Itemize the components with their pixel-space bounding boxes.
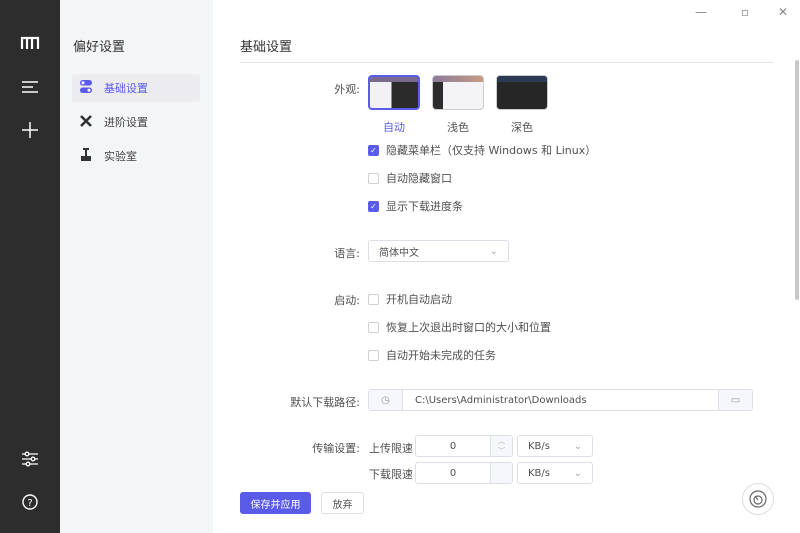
svg-text:?: ? [27,498,32,509]
add-icon[interactable] [18,118,42,142]
chevron-down-icon: ⌄ [489,245,498,257]
logo-icon[interactable] [18,31,42,55]
theme-dark-thumb[interactable] [496,75,548,110]
language-label: 语言: [334,247,360,260]
show-progress-checkbox[interactable]: ✓ 显示下载进度条 [368,198,463,214]
minimize-icon[interactable]: — [691,2,711,22]
resume-tasks-checkbox[interactable]: 自动开始未完成的任务 [368,347,496,363]
nav-item-advanced[interactable]: 进阶设置 [72,108,200,136]
checkbox-box [368,293,379,305]
nav-item-lab[interactable]: 实验室 [72,142,200,170]
chevron-down-icon: ⌄ [573,467,582,479]
history-icon[interactable]: ◷ [369,390,403,410]
preferences-icon[interactable] [18,447,42,471]
theme-dark-label[interactable]: 深色 [496,119,548,135]
nav-item-basic[interactable]: 基础设置 [72,74,200,102]
download-path-input[interactable]: ◷ C:\Users\Administrator\Downloads ▭ [368,389,753,411]
hide-menubar-checkbox[interactable]: ✓ 隐藏菜单栏（仅支持 Windows 和 Linux） [368,142,596,158]
auto-launch-checkbox[interactable]: 开机自动启动 [368,291,452,307]
tools-icon [80,114,92,130]
theme-auto-thumb[interactable] [368,75,420,110]
startup-label: 启动: [334,294,360,307]
appearance-label: 外观: [334,83,360,96]
checkbox-box [368,349,379,361]
folder-icon[interactable]: ▭ [718,390,752,410]
checkbox-box [368,321,379,333]
help-icon[interactable]: ? [18,490,42,514]
download-unit-select[interactable]: KB/s ⌄ [517,462,593,484]
close-icon[interactable]: ✕ [773,2,793,22]
download-limit-stepper[interactable]: 0 [415,462,513,484]
nav-title: 偏好设置 [73,40,126,55]
download-limit-label: 下载限速 [369,468,413,481]
chevron-down-icon: ⌄ [573,440,582,452]
scrollbar[interactable] [795,60,799,300]
theme-auto-label[interactable]: 自动 [368,119,420,135]
restore-window-checkbox[interactable]: 恢复上次退出时窗口的大小和位置 [368,319,551,335]
download-path-label: 默认下载路径: [290,396,360,409]
theme-light-thumb[interactable] [432,75,484,110]
checkbox-box [368,172,379,184]
toggle-icon [80,80,92,96]
preferences-nav: 偏好设置 基础设置 进阶设置 实验室 [60,0,213,533]
main-panel: — ▫ ✕ 基础设置 外观: 自动 浅色 深色 ✓ 隐藏菜单栏（仅支持 Windo… [213,0,800,533]
theme-light-label[interactable]: 浅色 [432,119,484,135]
transfer-label: 传输设置: [312,442,360,455]
discard-button[interactable]: 放弃 [321,492,364,514]
auto-hide-window-checkbox[interactable]: 自动隐藏窗口 [368,170,452,186]
page-title: 基础设置 [240,40,293,55]
speedometer-icon[interactable] [742,483,774,515]
settings-form: 外观: 自动 浅色 深色 ✓ 隐藏菜单栏（仅支持 Windows 和 Linux）… [240,63,800,487]
lab-icon [80,148,92,164]
upload-limit-label: 上传限速 [369,442,413,455]
language-select[interactable]: 简体中文 ⌄ [368,240,509,262]
app-sidebar: ? [0,0,60,533]
upload-unit-select[interactable]: KB/s ⌄ [517,435,593,457]
stepper-arrows-icon[interactable]: ︿ ﹀ [490,436,512,456]
stepper-arrows-icon[interactable] [490,463,512,483]
save-apply-button[interactable]: 保存并应用 [240,492,311,514]
upload-limit-stepper[interactable]: 0 ︿ ﹀ [415,435,513,457]
check-icon: ✓ [368,144,379,156]
maximize-icon[interactable]: ▫ [735,2,755,22]
task-list-icon[interactable] [18,75,42,99]
check-icon: ✓ [368,200,379,212]
